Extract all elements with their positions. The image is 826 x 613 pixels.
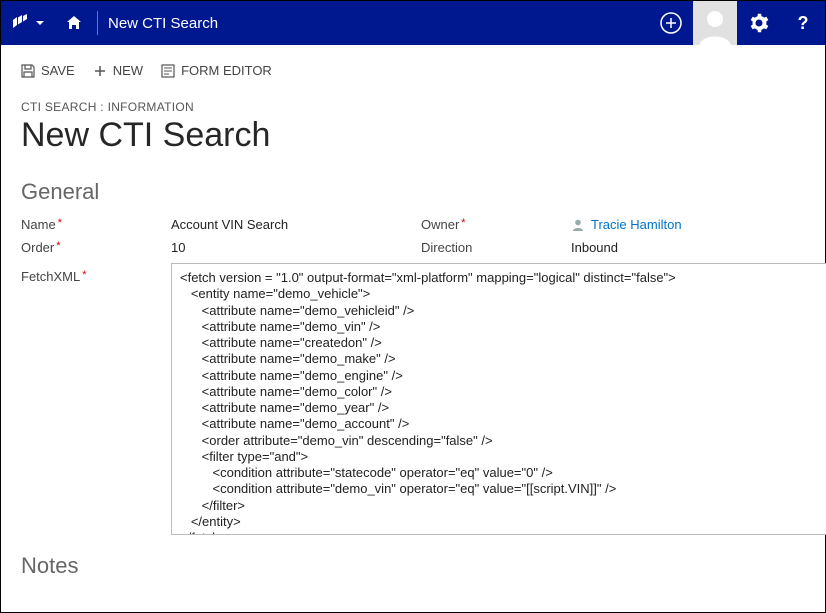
home-icon [65,14,83,32]
name-field[interactable]: Account VIN Search [171,217,411,232]
fetchxml-field[interactable]: <fetch version = "1.0" output-format="xm… [171,263,826,535]
name-label-text: Name [21,217,56,232]
help-button[interactable]: ? [781,1,825,45]
owner-field[interactable]: Tracie Hamilton [571,217,826,232]
form-editor-icon [161,64,175,78]
top-nav-divider [97,11,98,35]
save-label: SAVE [41,63,75,78]
chevron-down-icon [35,18,45,28]
page-header-title: New CTI Search [102,15,218,32]
new-label: NEW [113,63,143,78]
direction-label-text: Direction [421,240,472,255]
top-nav-right: ? [649,1,825,45]
page-title: New CTI Search [21,116,805,155]
user-avatar[interactable] [693,1,737,45]
required-indicator: * [461,217,465,229]
name-label: Name* [21,217,161,232]
fetchxml-label-text: FetchXML [21,269,80,284]
top-nav-left: New CTI Search [1,1,649,45]
app-switcher-button[interactable] [1,1,55,45]
person-icon [695,5,735,45]
owner-link[interactable]: Tracie Hamilton [591,217,682,232]
gear-icon [749,13,769,33]
save-button[interactable]: SAVE [21,63,75,78]
settings-button[interactable] [737,1,781,45]
required-indicator: * [56,240,60,252]
section-notes-title: Notes [21,553,805,579]
plus-icon [93,64,107,78]
order-label: Order* [21,240,161,255]
section-general-title: General [21,179,805,205]
person-icon [571,218,585,232]
command-bar: SAVE NEW FORM EDITOR [1,45,825,86]
new-button[interactable]: NEW [93,63,143,78]
breadcrumb: CTI SEARCH : INFORMATION [21,100,805,114]
required-indicator: * [58,217,62,229]
direction-field[interactable]: Inbound [571,240,826,255]
order-field[interactable]: 10 [171,240,411,255]
top-nav-bar: New CTI Search ? [1,1,825,45]
form-editor-label: FORM EDITOR [181,63,272,78]
form-editor-button[interactable]: FORM EDITOR [161,63,272,78]
home-button[interactable] [55,1,93,45]
help-icon: ? [798,13,809,34]
save-icon [21,64,35,78]
order-label-text: Order [21,240,54,255]
owner-label-text: Owner [421,217,459,232]
logo-icon [11,14,29,32]
plus-circle-icon [659,11,683,35]
add-button[interactable] [649,1,693,45]
content-area: CTI SEARCH : INFORMATION New CTI Search … [1,86,825,579]
form-grid: Name* Account VIN Search Owner* Tracie H… [21,217,805,535]
fetchxml-label: FetchXML* [21,263,161,284]
owner-label: Owner* [421,217,561,232]
required-indicator: * [82,269,86,281]
direction-label: Direction [421,240,561,255]
